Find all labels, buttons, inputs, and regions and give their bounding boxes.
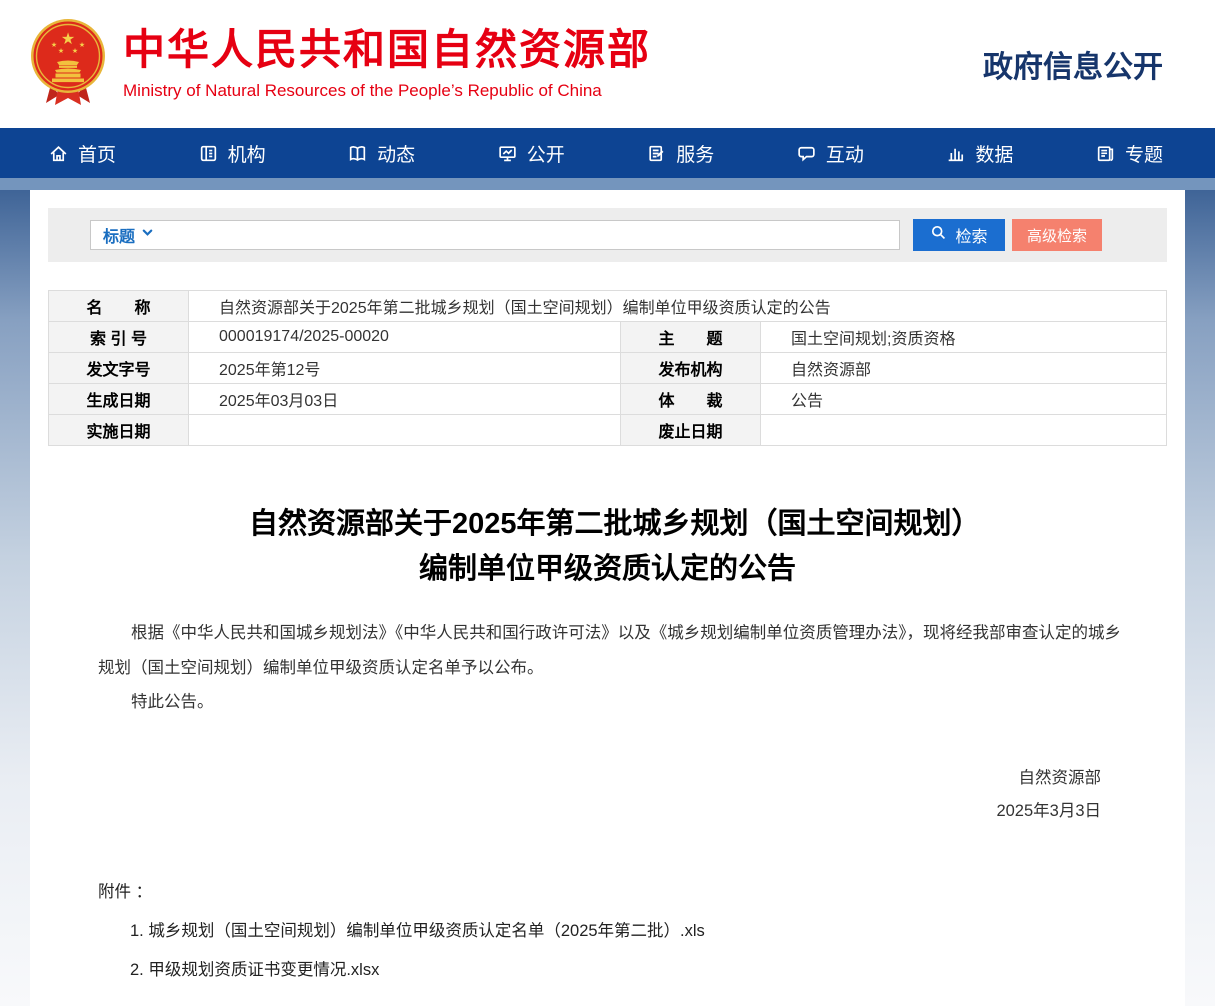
organization-icon	[198, 143, 219, 164]
site-title: 中华人民共和国自然资源部	[123, 27, 651, 73]
meta-label-doc-number: 发文字号	[49, 353, 189, 384]
meta-value-subject: 国土空间规划;资质资格	[761, 322, 1167, 353]
meta-label-genre: 体 裁	[621, 384, 761, 415]
data-icon	[945, 143, 966, 164]
meta-value-publisher: 自然资源部	[761, 353, 1167, 384]
svg-text:★: ★	[79, 41, 85, 49]
meta-value-date-effective	[189, 415, 621, 446]
disclosure-icon	[497, 143, 518, 164]
meta-label-subject: 主 题	[621, 322, 761, 353]
search-button-label: 检索	[955, 223, 987, 247]
meta-value-name: 自然资源部关于2025年第二批城乡规划（国土空间规划）编制单位甲级资质认定的公告	[189, 291, 1167, 322]
attachment-link[interactable]: 2. 甲级规划资质证书变更情况.xlsx	[130, 956, 1167, 980]
meta-value-genre: 公告	[761, 384, 1167, 415]
home-icon	[48, 143, 69, 164]
document-meta-table: 名 称 自然资源部关于2025年第二批城乡规划（国土空间规划）编制单位甲级资质认…	[48, 290, 1167, 446]
table-row: 实施日期 废止日期	[49, 415, 1167, 446]
nav-item-label: 数据	[975, 140, 1013, 167]
attachments-section: 附件 ： 1. 城乡规划（国土空间规划）编制单位甲级资质认定名单（2025年第二…	[98, 878, 1167, 980]
gov-info-disclosure-title[interactable]: 政府信息公开	[983, 42, 1163, 86]
svg-text:★: ★	[72, 47, 78, 55]
meta-value-doc-number: 2025年第12号	[189, 353, 621, 384]
meta-value-date-created: 2025年03月03日	[189, 384, 621, 415]
nav-item-label: 专题	[1125, 140, 1163, 167]
search-icon	[930, 224, 947, 246]
meta-value-date-repeal	[761, 415, 1167, 446]
nav-item-services[interactable]: 服务	[646, 140, 714, 167]
nav-item-interaction[interactable]: 互动	[796, 140, 864, 167]
brand: ★ ★ ★ ★ ★ 中华人民共和国自然资源部 Ministry of Natur…	[28, 16, 651, 113]
document-paragraph: 特此公告。	[98, 685, 1127, 720]
services-icon	[646, 143, 667, 164]
svg-text:★: ★	[58, 47, 64, 55]
search-band: 标题 检索 高级检索	[48, 208, 1167, 262]
table-row: 发文字号 2025年第12号 发布机构 自然资源部	[49, 353, 1167, 384]
news-icon	[347, 143, 368, 164]
topics-icon	[1095, 143, 1116, 164]
nav-item-label: 服务	[676, 140, 714, 167]
meta-label-date-repeal: 废止日期	[621, 415, 761, 446]
signature-date: 2025年3月3日	[48, 795, 1101, 828]
meta-label-date-effective: 实施日期	[49, 415, 189, 446]
national-emblem-logo: ★ ★ ★ ★ ★	[28, 16, 108, 113]
signature-org: 自然资源部	[48, 762, 1101, 795]
nav-item-data[interactable]: 数据	[945, 140, 1013, 167]
nav-item-label: 机构	[228, 140, 266, 167]
content-card: 标题 检索 高级检索 名 称 自然资源部关于2025年第二批城乡规划（国土空间规…	[30, 190, 1185, 1006]
search-input[interactable]: 标题	[90, 220, 900, 250]
document-paragraph: 根据《中华人民共和国城乡规划法》《中华人民共和国行政许可法》以及《城乡规划编制单…	[98, 616, 1127, 685]
meta-label-date-created: 生成日期	[49, 384, 189, 415]
page-background: 标题 检索 高级检索 名 称 自然资源部关于2025年第二批城乡规划（国土空间规…	[0, 190, 1215, 1006]
table-row: 名 称 自然资源部关于2025年第二批城乡规划（国土空间规划）编制单位甲级资质认…	[49, 291, 1167, 322]
search-field-selector[interactable]: 标题	[103, 223, 154, 247]
attachment-link[interactable]: 1. 城乡规划（国土空间规划）编制单位甲级资质认定名单（2025年第二批）.xl…	[130, 917, 1167, 941]
nav-item-home[interactable]: 首页	[48, 140, 116, 167]
meta-label-name: 名 称	[49, 291, 189, 322]
meta-label-index: 索 引 号	[49, 322, 189, 353]
interaction-icon	[796, 143, 817, 164]
attachments-label: 附件 ：	[98, 878, 1167, 902]
svg-text:★: ★	[61, 31, 75, 48]
document-title: 自然资源部关于2025年第二批城乡规划（国土空间规划）编制单位甲级资质认定的公告	[249, 502, 967, 592]
meta-value-index: 000019174/2025-00020	[189, 322, 621, 353]
advanced-search-button[interactable]: 高级检索	[1012, 219, 1102, 251]
svg-text:★: ★	[51, 41, 57, 49]
nav-item-news[interactable]: 动态	[347, 140, 415, 167]
nav-item-topics[interactable]: 专题	[1095, 140, 1163, 167]
nav-item-disclosure[interactable]: 公开	[497, 140, 565, 167]
nav-item-organization[interactable]: 机构	[198, 140, 266, 167]
meta-label-publisher: 发布机构	[621, 353, 761, 384]
table-row: 索 引 号 000019174/2025-00020 主 题 国土空间规划;资质…	[49, 322, 1167, 353]
nav-substrip	[0, 178, 1215, 190]
nav-item-label: 互动	[826, 140, 864, 167]
site-subtitle-en: Ministry of Natural Resources of the Peo…	[123, 81, 651, 101]
search-button[interactable]: 检索	[913, 219, 1005, 251]
signature-block: 自然资源部 2025年3月3日	[48, 762, 1101, 828]
main-nav: 首页 机构 动态 公开 服务 互动 数据	[0, 128, 1215, 178]
table-row: 生成日期 2025年03月03日 体 裁 公告	[49, 384, 1167, 415]
nav-item-label: 首页	[78, 140, 116, 167]
chevron-down-icon	[141, 226, 154, 244]
search-field-label: 标题	[103, 223, 135, 247]
site-header: ★ ★ ★ ★ ★ 中华人民共和国自然资源部 Ministry of Natur…	[0, 0, 1215, 128]
nav-item-label: 公开	[527, 140, 565, 167]
nav-item-label: 动态	[377, 140, 415, 167]
